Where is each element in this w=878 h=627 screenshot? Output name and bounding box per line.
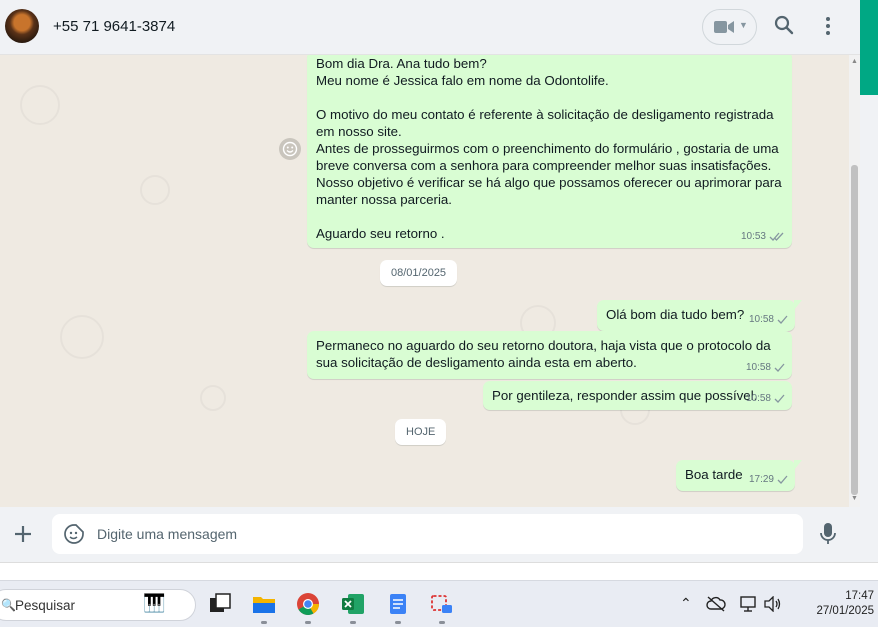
task-view-icon[interactable] xyxy=(208,592,232,616)
excel-icon[interactable] xyxy=(341,592,365,616)
chevron-down-icon: ▼ xyxy=(739,20,748,30)
clock-date: 27/01/2025 xyxy=(816,605,874,617)
attach-plus-icon[interactable] xyxy=(13,522,33,546)
clock-time: 17:47 xyxy=(845,590,874,602)
scroll-down-arrow-icon[interactable]: ▼ xyxy=(851,495,858,502)
search-highlight-icon: 🎹 xyxy=(143,593,166,613)
check-icon xyxy=(774,363,785,372)
window-bottom-edge xyxy=(0,562,878,580)
chat-header: +55 71 9641-3874 ▼ xyxy=(0,0,860,55)
check-icon xyxy=(777,315,788,324)
bubble-tail xyxy=(794,460,802,470)
wallpaper-doodle xyxy=(20,85,60,125)
message-text: Bom dia Dra. Ana tudo bem? Meu nome é Je… xyxy=(316,56,782,241)
wallpaper-doodle xyxy=(60,315,104,359)
message-meta: 10:58 xyxy=(746,390,785,407)
smiley-icon xyxy=(282,141,298,157)
date-separator: HOJE xyxy=(395,419,447,445)
running-indicator xyxy=(439,621,445,624)
outgoing-message[interactable]: Por gentileza, responder assim que possí… xyxy=(483,381,792,410)
date-separator: 08/01/2025 xyxy=(380,260,458,286)
message-time: 10:58 xyxy=(745,362,771,373)
volume-icon[interactable] xyxy=(764,596,782,612)
outgoing-message[interactable]: Boa tarde 17:29 xyxy=(676,460,802,491)
window-edge-accent xyxy=(860,0,878,95)
message-text: Permaneco no aguardo do seu retorno dout… xyxy=(316,338,775,370)
outgoing-message[interactable]: Bom dia Dra. Ana tudo bem? Meu nome é Je… xyxy=(307,55,792,248)
scroll-thumb[interactable] xyxy=(851,165,858,495)
scroll-up-arrow-icon[interactable]: ▲ xyxy=(851,58,858,65)
message-time: 10:53 xyxy=(740,231,766,242)
check-icon xyxy=(777,475,788,484)
message-meta: 10:53 xyxy=(741,228,785,245)
taskbar-search[interactable]: 🔍 Pesquisar 🎹 xyxy=(0,589,196,621)
contact-name[interactable]: +55 71 9641-3874 xyxy=(53,18,175,35)
video-camera-icon xyxy=(714,21,734,33)
snipping-tool-icon[interactable] xyxy=(430,592,454,616)
running-indicator xyxy=(395,621,401,624)
outgoing-message[interactable]: Permaneco no aguardo do seu retorno dout… xyxy=(307,331,792,379)
taskbar-search-label: Pesquisar xyxy=(15,598,76,613)
message-time: 10:58 xyxy=(748,314,774,325)
system-clock[interactable]: 17:47 27/01/2025 xyxy=(786,589,874,619)
file-explorer-icon[interactable] xyxy=(252,592,276,616)
windows-taskbar: 🔍 Pesquisar 🎹 ⌃ 17:47 27/01/2025 xyxy=(0,580,878,627)
contact-avatar[interactable] xyxy=(5,9,39,43)
message-input[interactable]: Digite uma mensagem xyxy=(52,514,803,554)
double-check-icon xyxy=(769,232,784,241)
wallpaper-doodle xyxy=(200,385,226,411)
message-text: Por gentileza, responder assim que possí… xyxy=(492,388,758,403)
bubble-tail xyxy=(794,300,802,310)
wallpaper-doodle xyxy=(140,175,170,205)
cloud-offline-icon[interactable] xyxy=(706,596,726,612)
check-icon xyxy=(774,394,785,403)
message-time: 17:29 xyxy=(748,474,774,485)
chat-scrollbar[interactable]: ▲ ▼ xyxy=(849,55,860,507)
react-button[interactable] xyxy=(279,138,301,160)
notepad-icon[interactable] xyxy=(386,592,410,616)
microphone-icon[interactable] xyxy=(820,522,836,546)
network-icon[interactable] xyxy=(740,596,758,612)
running-indicator xyxy=(350,621,356,624)
message-list[interactable]: Bom dia Dra. Ana tudo bem? Meu nome é Je… xyxy=(0,55,849,507)
chrome-icon[interactable] xyxy=(296,592,320,616)
message-time: 10:58 xyxy=(745,393,771,404)
show-hidden-icons-chevron-icon[interactable]: ⌃ xyxy=(680,595,692,612)
window-edge xyxy=(860,95,878,570)
running-indicator xyxy=(305,621,311,624)
message-input-placeholder: Digite uma mensagem xyxy=(97,526,238,542)
message-meta: 17:29 xyxy=(749,471,788,488)
message-meta: 10:58 xyxy=(749,311,788,328)
outgoing-message[interactable]: Olá bom dia tudo bem? 10:58 xyxy=(597,300,802,331)
sticker-emoji-icon[interactable] xyxy=(63,523,85,545)
more-options-icon[interactable] xyxy=(824,15,832,37)
search-icon[interactable] xyxy=(774,15,794,37)
message-meta: 10:58 xyxy=(746,359,785,376)
message-composer: Digite uma mensagem xyxy=(0,507,860,562)
video-call-button[interactable]: ▼ xyxy=(702,9,757,45)
running-indicator xyxy=(261,621,267,624)
search-icon: 🔍 xyxy=(1,598,16,612)
